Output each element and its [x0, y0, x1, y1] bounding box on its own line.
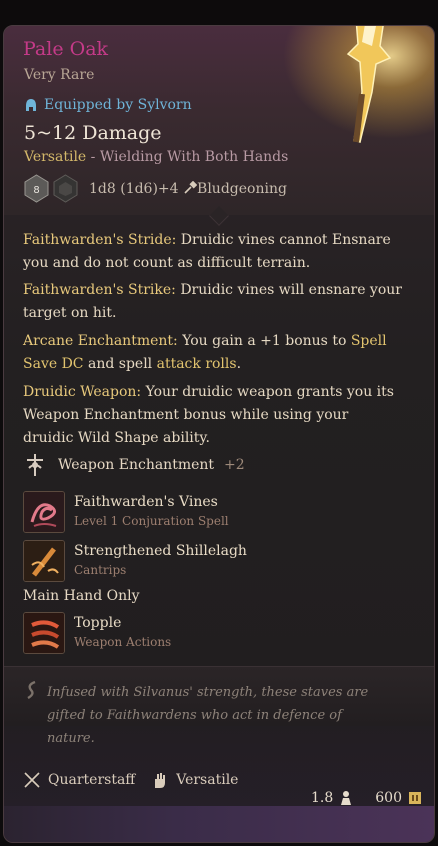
item-name: Pale Oak — [23, 38, 109, 60]
die-number: 8 — [33, 185, 39, 196]
enchantment-bonus: +2 — [224, 457, 245, 473]
dice-row: 8 1d8 (1d6)+4 Bludgeoning — [24, 174, 287, 203]
enchantment-label: Weapon Enchantment — [58, 457, 215, 473]
action-topple[interactable]: Topple Weapon Actions — [23, 612, 171, 654]
spell-level: Level 1 Conjuration Spell — [74, 514, 229, 528]
weapon-traits: Quarterstaff Versatile — [23, 771, 238, 789]
main-hand-only-label: Main Hand Only — [23, 588, 140, 604]
spell-faithwardens-vines[interactable]: Faithwarden's Vines Level 1 Conjuration … — [23, 491, 229, 533]
shillelagh-icon — [23, 540, 65, 582]
equipped-label[interactable]: Equipped by Sylvorn — [44, 97, 192, 113]
die-icon — [53, 174, 78, 203]
versatile-keyword: Versatile — [24, 149, 87, 165]
weapon-property[interactable]: Versatile — [176, 772, 238, 788]
damage-type: Bludgeoning — [197, 180, 287, 197]
weight-icon — [341, 791, 352, 805]
item-tooltip: Pale Oak Very Rare Equipped by Sylvorn 5… — [3, 25, 435, 843]
staff-image — [346, 26, 392, 143]
spell-level: Cantrips — [74, 563, 127, 577]
weapon-type[interactable]: Quarterstaff — [48, 772, 135, 788]
item-value: 600 — [375, 790, 402, 806]
topple-icon — [23, 612, 65, 654]
flavor-text: Infused with Silvanus' strength, these s… — [47, 685, 369, 746]
hammer-icon — [184, 180, 198, 194]
helmet-icon — [26, 99, 36, 111]
weapon-enchantment: Weapon Enchantment +2 — [22, 452, 245, 478]
spell-name: Faithwarden's Vines — [74, 494, 218, 510]
spell-name: Strengthened Shillelagh — [74, 543, 247, 559]
equipped-status: Equipped by Sylvorn — [24, 97, 192, 113]
versatile-icon — [155, 773, 166, 788]
property-faithwardens-strike: Faithwarden's Strike: Druidic vines will… — [23, 282, 402, 321]
vines-icon — [23, 491, 65, 533]
property-arcane-enchantment: Arcane Enchantment: You gain a +1 bonus … — [23, 333, 387, 372]
versatile-note: - Wielding With Both Hands — [86, 149, 289, 165]
enchantment-icon — [27, 454, 43, 476]
die-icon: 8 — [24, 174, 49, 203]
item-rarity: Very Rare — [24, 67, 95, 83]
action-name: Topple — [74, 615, 122, 631]
item-stats: 1.8 600 — [311, 790, 422, 806]
property-faithwardens-stride: Faithwarden's Stride: Druidic vines cann… — [23, 232, 391, 271]
property-druidic-weapon: Druidic Weapon: Your druidic weapon gran… — [23, 384, 394, 446]
tooltip-footer — [4, 806, 434, 842]
spell-strengthened-shillelagh[interactable]: Strengthened Shillelagh Cantrips — [23, 540, 247, 582]
attack-rolls-link[interactable]: attack rolls — [157, 356, 237, 372]
item-weight: 1.8 — [311, 790, 334, 806]
versatile-line: Versatile - Wielding With Both Hands — [24, 149, 288, 165]
dice-formula: 1d8 (1d6)+4 Bludgeoning — [89, 180, 287, 197]
gold-icon — [409, 792, 421, 804]
damage-range: 5~12 Damage — [24, 122, 162, 144]
flavor-icon — [27, 681, 36, 699]
quarterstaff-icon — [24, 772, 40, 788]
tooltip-header: Pale Oak Very Rare Equipped by Sylvorn 5… — [4, 26, 434, 215]
action-category: Weapon Actions — [74, 635, 172, 649]
